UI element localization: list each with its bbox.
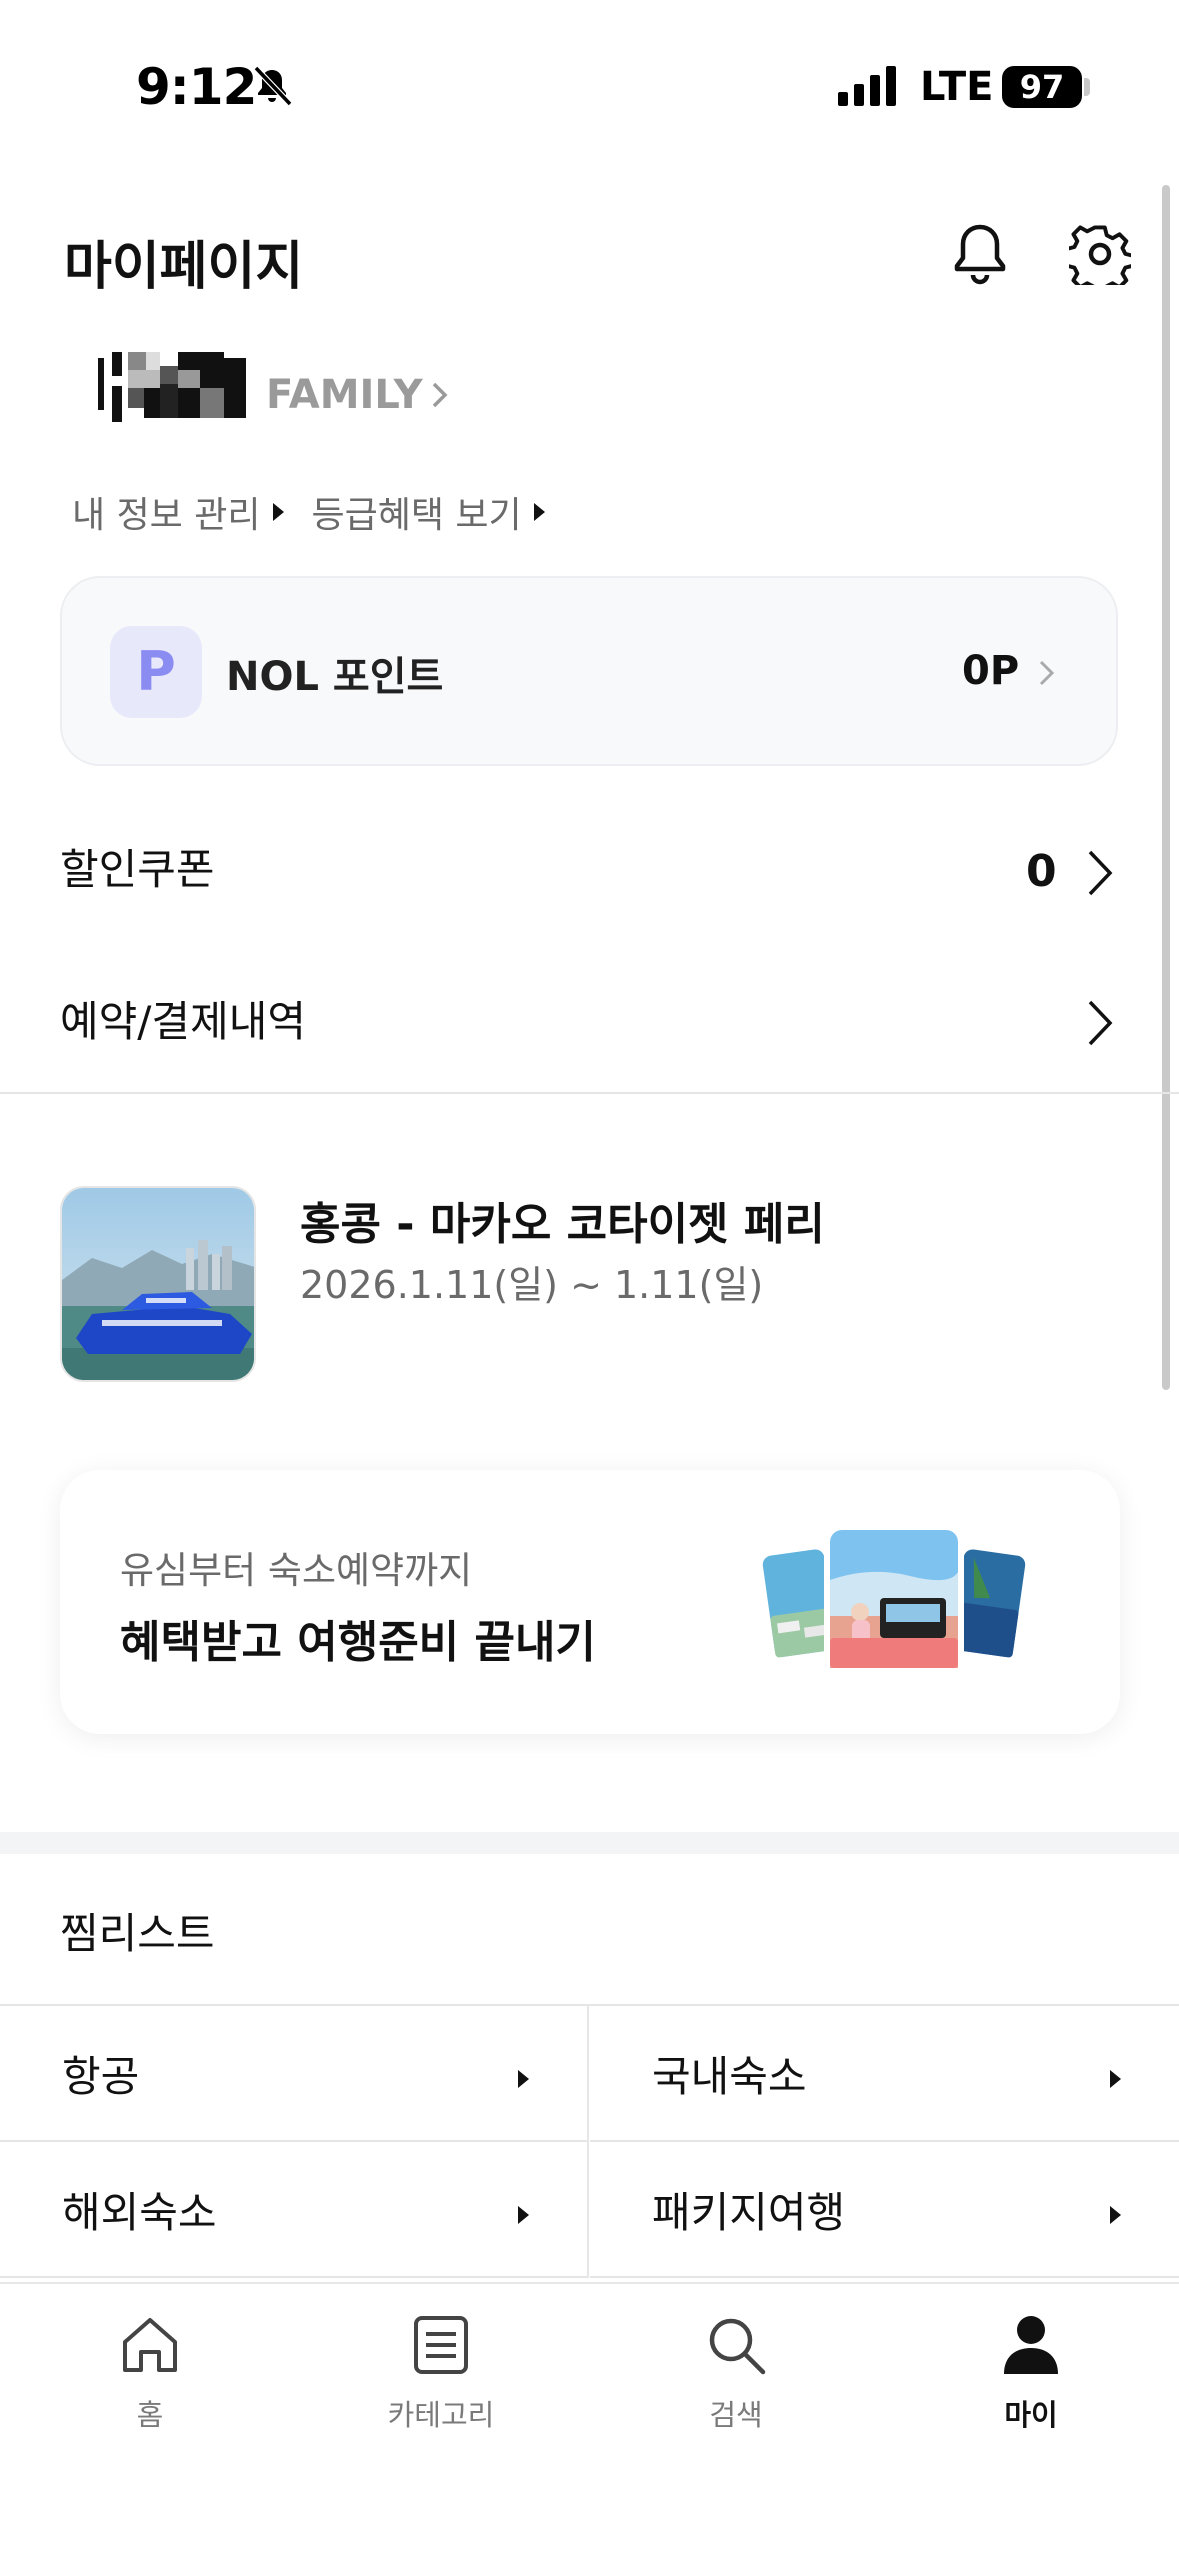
profile-links: 내 정보 관리 등급혜택 보기 — [72, 486, 545, 538]
scrollbar[interactable] — [1162, 185, 1170, 1390]
wishlist-item-domestic-stay[interactable]: 국내숙소 — [590, 2006, 1179, 2142]
caret-right-icon — [518, 2206, 529, 2224]
points-badge-icon: P — [110, 626, 202, 718]
battery-indicator: 97 — [1002, 66, 1082, 108]
caret-right-icon — [518, 2070, 529, 2088]
booking-thumbnail[interactable] — [60, 1186, 256, 1382]
wishlist-title: 찜리스트 — [60, 1909, 215, 1958]
promo-subtitle: 유심부터 숙소예약까지 — [120, 1549, 473, 1592]
section-divider — [0, 1832, 1179, 1854]
home-icon — [123, 2318, 177, 2372]
bottom-nav: 홈 카테고리 검색 마이 — [0, 2282, 1179, 2556]
grade-benefits-link[interactable]: 등급혜택 보기 — [312, 486, 545, 538]
points-value: 0P — [962, 648, 1020, 694]
search-icon — [709, 2318, 766, 2375]
wishlist-item-flight[interactable]: 항공 — [0, 2006, 589, 2142]
nav-category[interactable]: 카테고리 — [331, 2312, 551, 2434]
my-info-link[interactable]: 내 정보 관리 — [72, 486, 284, 538]
travel-photos-image — [760, 1524, 1028, 1674]
caret-right-icon — [533, 503, 545, 521]
notification-button[interactable] — [944, 218, 1016, 290]
gear-icon — [1069, 225, 1131, 285]
booking-history-label[interactable]: 예약/결제내역 — [60, 988, 306, 1049]
coupon-count: 0 — [1026, 846, 1057, 897]
promo-title: 혜택받고 여행준비 끝내기 — [120, 1617, 596, 1668]
bell-off-icon — [253, 65, 293, 107]
nav-home[interactable]: 홈 — [40, 2312, 260, 2434]
status-time: 9:12 — [136, 58, 257, 116]
booking-title[interactable]: 홍콩 - 마카오 코타이젯 페리 — [300, 1188, 825, 1252]
battery-tip — [1084, 78, 1090, 96]
list-icon — [414, 2316, 468, 2374]
profile-avatar[interactable] — [98, 352, 246, 422]
grade-label: FAMILY — [266, 372, 423, 418]
chevron-right-icon[interactable] — [1082, 846, 1118, 900]
wishlist-grid: 항공 국내숙소 해외숙소 패키지여행 — [0, 2004, 1179, 2278]
bell-icon — [954, 224, 1006, 285]
booking-date: 2026.1.11(일) ~ 1.11(일) — [300, 1263, 764, 1307]
divider — [0, 1092, 1179, 1094]
chevron-right-icon — [1039, 660, 1055, 686]
chevron-right-icon[interactable] — [1082, 996, 1118, 1050]
ferry-image — [62, 1188, 254, 1380]
points-card[interactable] — [60, 576, 1118, 766]
settings-button[interactable] — [1064, 218, 1136, 290]
signal-icon — [838, 66, 896, 106]
wishlist-item-package-tour[interactable]: 패키지여행 — [590, 2142, 1179, 2278]
network-label: LTE — [920, 64, 994, 110]
chevron-right-icon — [432, 382, 448, 408]
coupon-row-label[interactable]: 할인쿠폰 — [60, 836, 215, 897]
page-title: 마이페이지 — [64, 237, 304, 297]
caret-right-icon — [272, 503, 284, 521]
points-label: NOL 포인트 — [226, 654, 444, 700]
caret-right-icon — [1110, 2070, 1121, 2088]
person-icon — [1004, 2316, 1058, 2374]
grade-link[interactable]: FAMILY — [266, 372, 451, 418]
wishlist-item-overseas-stay[interactable]: 해외숙소 — [0, 2142, 589, 2278]
nav-my[interactable]: 마이 — [921, 2312, 1141, 2434]
caret-right-icon — [1110, 2206, 1121, 2224]
nav-search[interactable]: 검색 — [626, 2312, 846, 2434]
